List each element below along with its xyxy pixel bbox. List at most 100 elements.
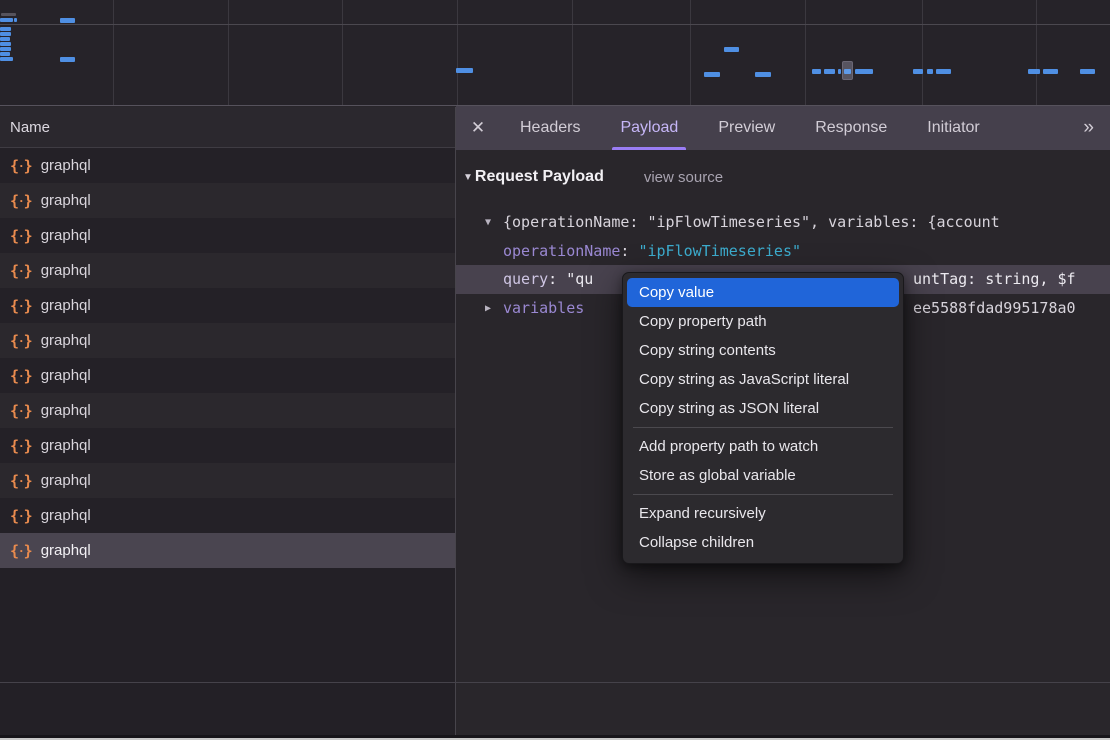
menu-item-collapse-children[interactable]: Collapse children: [627, 528, 899, 557]
request-payload-section[interactable]: ▼ Request Payload view source: [463, 168, 723, 186]
request-name: graphql: [41, 192, 91, 209]
property-value-fragment-right: untTag: string, $f: [913, 265, 1076, 294]
request-row[interactable]: {·} graphql: [0, 498, 455, 533]
waterfall-bar: [855, 69, 873, 74]
timeline-gridline: [228, 0, 229, 105]
close-icon[interactable]: ✕: [456, 106, 500, 150]
context-menu: Copy valueCopy property pathCopy string …: [622, 272, 904, 564]
tab-response[interactable]: Response: [809, 106, 893, 150]
request-name: graphql: [41, 332, 91, 349]
waterfall-bar: [0, 37, 10, 41]
request-row[interactable]: {·} graphql: [0, 253, 455, 288]
waterfall-bar: [0, 32, 11, 36]
network-overview-timeline[interactable]: [0, 0, 1110, 106]
menu-separator: [633, 494, 893, 495]
menu-item-copy-string-as-javascript-literal[interactable]: Copy string as JavaScript literal: [627, 365, 899, 394]
timeline-hover-marker: [842, 61, 853, 80]
timeline-gridline: [113, 0, 114, 105]
waterfall-bar: [838, 69, 841, 74]
request-name: graphql: [41, 437, 91, 454]
request-row[interactable]: {·} graphql: [0, 183, 455, 218]
requests-panel: Name {·} graphql {·} graphql {·} graphql {·} gr…: [0, 107, 456, 740]
waterfall-bar: [1080, 69, 1095, 74]
request-name: graphql: [41, 402, 91, 419]
payload-root-preview: {operationName: "ipFlowTimeseries", vari…: [503, 213, 1000, 231]
tab-payload[interactable]: Payload: [614, 106, 684, 150]
request-row[interactable]: {·}graphql: [0, 533, 455, 568]
menu-item-copy-property-path[interactable]: Copy property path: [627, 307, 899, 336]
timeline-gridline: [1036, 0, 1037, 105]
json-resource-icon: {·}: [10, 227, 32, 245]
devtools-network-panel: Name {·} graphql {·} graphql {·} graphql {·} gr…: [0, 0, 1110, 740]
waterfall-bar: [0, 42, 11, 46]
request-row[interactable]: {·}graphql: [0, 428, 455, 463]
waterfall-bar: [1, 13, 16, 16]
waterfall-bar: [724, 47, 739, 52]
menu-item-store-as-global-variable[interactable]: Store as global variable: [627, 461, 899, 490]
payload-row-operationName[interactable]: operationName: "ipFlowTimeseries": [456, 237, 1110, 266]
waterfall-bar: [824, 69, 835, 74]
timeline-gridline: [805, 0, 806, 105]
request-row[interactable]: {·}graphql: [0, 218, 455, 253]
waterfall-bar: [0, 27, 11, 31]
json-resource-icon: {·}: [10, 472, 32, 490]
waterfall-bar: [0, 47, 11, 51]
request-row[interactable]: {·}graphql: [0, 323, 455, 358]
waterfall-bar: [0, 52, 10, 56]
section-title: Request Payload: [475, 168, 604, 186]
tab-headers[interactable]: Headers: [514, 106, 586, 150]
waterfall-bar: [913, 69, 923, 74]
request-name: graphql: [41, 542, 91, 559]
detail-tabs: Headers Payload Preview Response Initiator: [500, 106, 1000, 150]
waterfall-bar: [936, 69, 951, 74]
request-row[interactable]: {·} graphql: [0, 393, 455, 428]
json-resource-icon: {·}: [10, 507, 32, 525]
property-value-fragment-left: "qu: [566, 270, 593, 288]
property-key: query: [503, 270, 548, 288]
property-key: variables: [503, 299, 584, 317]
tab-preview[interactable]: Preview: [712, 106, 781, 150]
timeline-gridline: [342, 0, 343, 105]
payload-root-row[interactable]: ▼ {operationName: "ipFlowTimeseries", va…: [456, 208, 1110, 237]
json-resource-icon: {·}: [10, 402, 32, 420]
menu-item-copy-value[interactable]: Copy value: [627, 278, 899, 307]
waterfall-bar: [755, 72, 771, 77]
json-resource-icon: {·}: [10, 262, 32, 280]
colon-separator: :: [620, 242, 638, 260]
request-row[interactable]: {·} graphql: [0, 463, 455, 498]
request-row[interactable]: {·} graphql: [0, 148, 455, 183]
property-preview-fragment-right: ee5588fdad995178a0: [913, 294, 1076, 323]
waterfall-bar: [456, 68, 473, 73]
view-source-link[interactable]: view source: [644, 169, 723, 186]
menu-item-copy-string-as-json-literal[interactable]: Copy string as JSON literal: [627, 394, 899, 423]
timeline-gridline: [457, 0, 458, 105]
request-name: graphql: [41, 262, 91, 279]
name-column-header[interactable]: Name: [0, 107, 455, 148]
section-expanded-icon: ▼: [463, 172, 473, 183]
menu-item-expand-recursively[interactable]: Expand recursively: [627, 499, 899, 528]
json-resource-icon: {·}: [10, 297, 32, 315]
detail-tab-bar: ✕ Headers Payload Preview Response Initiator…: [456, 106, 1110, 150]
more-tabs-icon[interactable]: »: [1083, 106, 1110, 150]
request-name: graphql: [41, 157, 91, 174]
json-resource-icon: {·}: [10, 192, 32, 210]
json-resource-icon: {·}: [10, 367, 32, 385]
json-resource-icon: {·}: [10, 157, 32, 175]
waterfall-bar: [0, 57, 13, 61]
request-name: graphql: [41, 472, 91, 489]
menu-item-add-property-path-to-watch[interactable]: Add property path to watch: [627, 432, 899, 461]
menu-item-copy-string-contents[interactable]: Copy string contents: [627, 336, 899, 365]
waterfall-bar: [0, 18, 13, 22]
collapsed-icon: ▶: [485, 294, 491, 323]
request-row[interactable]: {·}graphql: [0, 288, 455, 323]
menu-separator: [633, 427, 893, 428]
request-row[interactable]: {·}graphql: [0, 358, 455, 393]
request-name: graphql: [41, 507, 91, 524]
property-value: "ipFlowTimeseries": [638, 242, 801, 260]
timeline-gridline: [0, 24, 1110, 25]
waterfall-bar: [1028, 69, 1040, 74]
waterfall-bar: [812, 69, 821, 74]
waterfall-bar: [704, 72, 720, 77]
footer-divider: [0, 682, 1110, 683]
tab-initiator[interactable]: Initiator: [921, 106, 985, 150]
